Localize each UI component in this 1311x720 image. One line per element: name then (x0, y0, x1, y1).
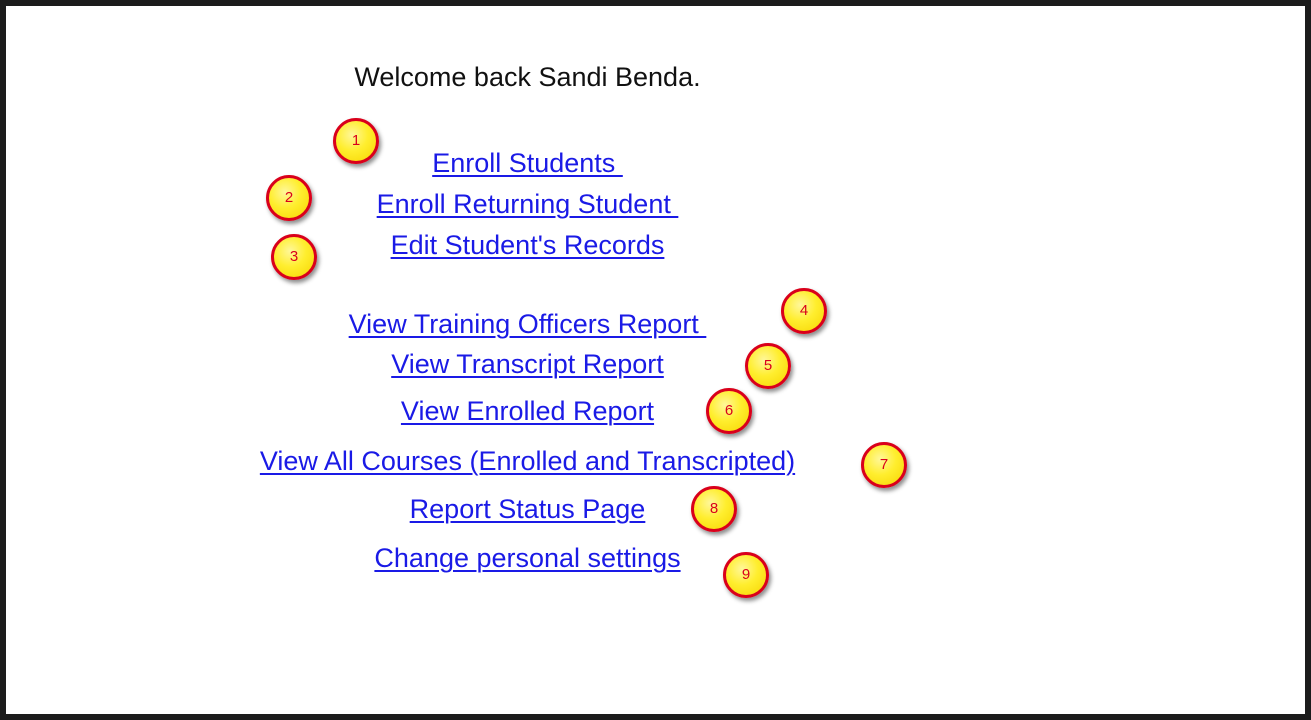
view-enrolled-report-link[interactable]: View Enrolled Report (6, 392, 1049, 430)
view-transcript-report-link[interactable]: View Transcript Report (6, 345, 1049, 383)
callout-marker-5: 5 (745, 343, 791, 389)
callout-marker-2: 2 (266, 175, 312, 221)
callout-marker-9: 9 (723, 552, 769, 598)
callout-marker-4: 4 (781, 288, 827, 334)
edit-student-records-link[interactable]: Edit Student's Records (6, 226, 1049, 264)
callout-marker-6: 6 (706, 388, 752, 434)
view-training-officers-report-link[interactable]: View Training Officers Report (6, 305, 1049, 343)
enroll-returning-student-link[interactable]: Enroll Returning Student (6, 185, 1049, 223)
callout-marker-7: 7 (861, 442, 907, 488)
change-personal-settings-link[interactable]: Change personal settings (6, 539, 1049, 577)
callout-marker-3: 3 (271, 234, 317, 280)
welcome-message: Welcome back Sandi Benda. (354, 62, 701, 92)
report-status-page-link[interactable]: Report Status Page (6, 490, 1049, 528)
enroll-students-link[interactable]: Enroll Students (6, 144, 1049, 182)
callout-marker-1: 1 (333, 118, 379, 164)
callout-marker-8: 8 (691, 486, 737, 532)
page-frame: Welcome back Sandi Benda. Enroll Student… (0, 0, 1311, 720)
